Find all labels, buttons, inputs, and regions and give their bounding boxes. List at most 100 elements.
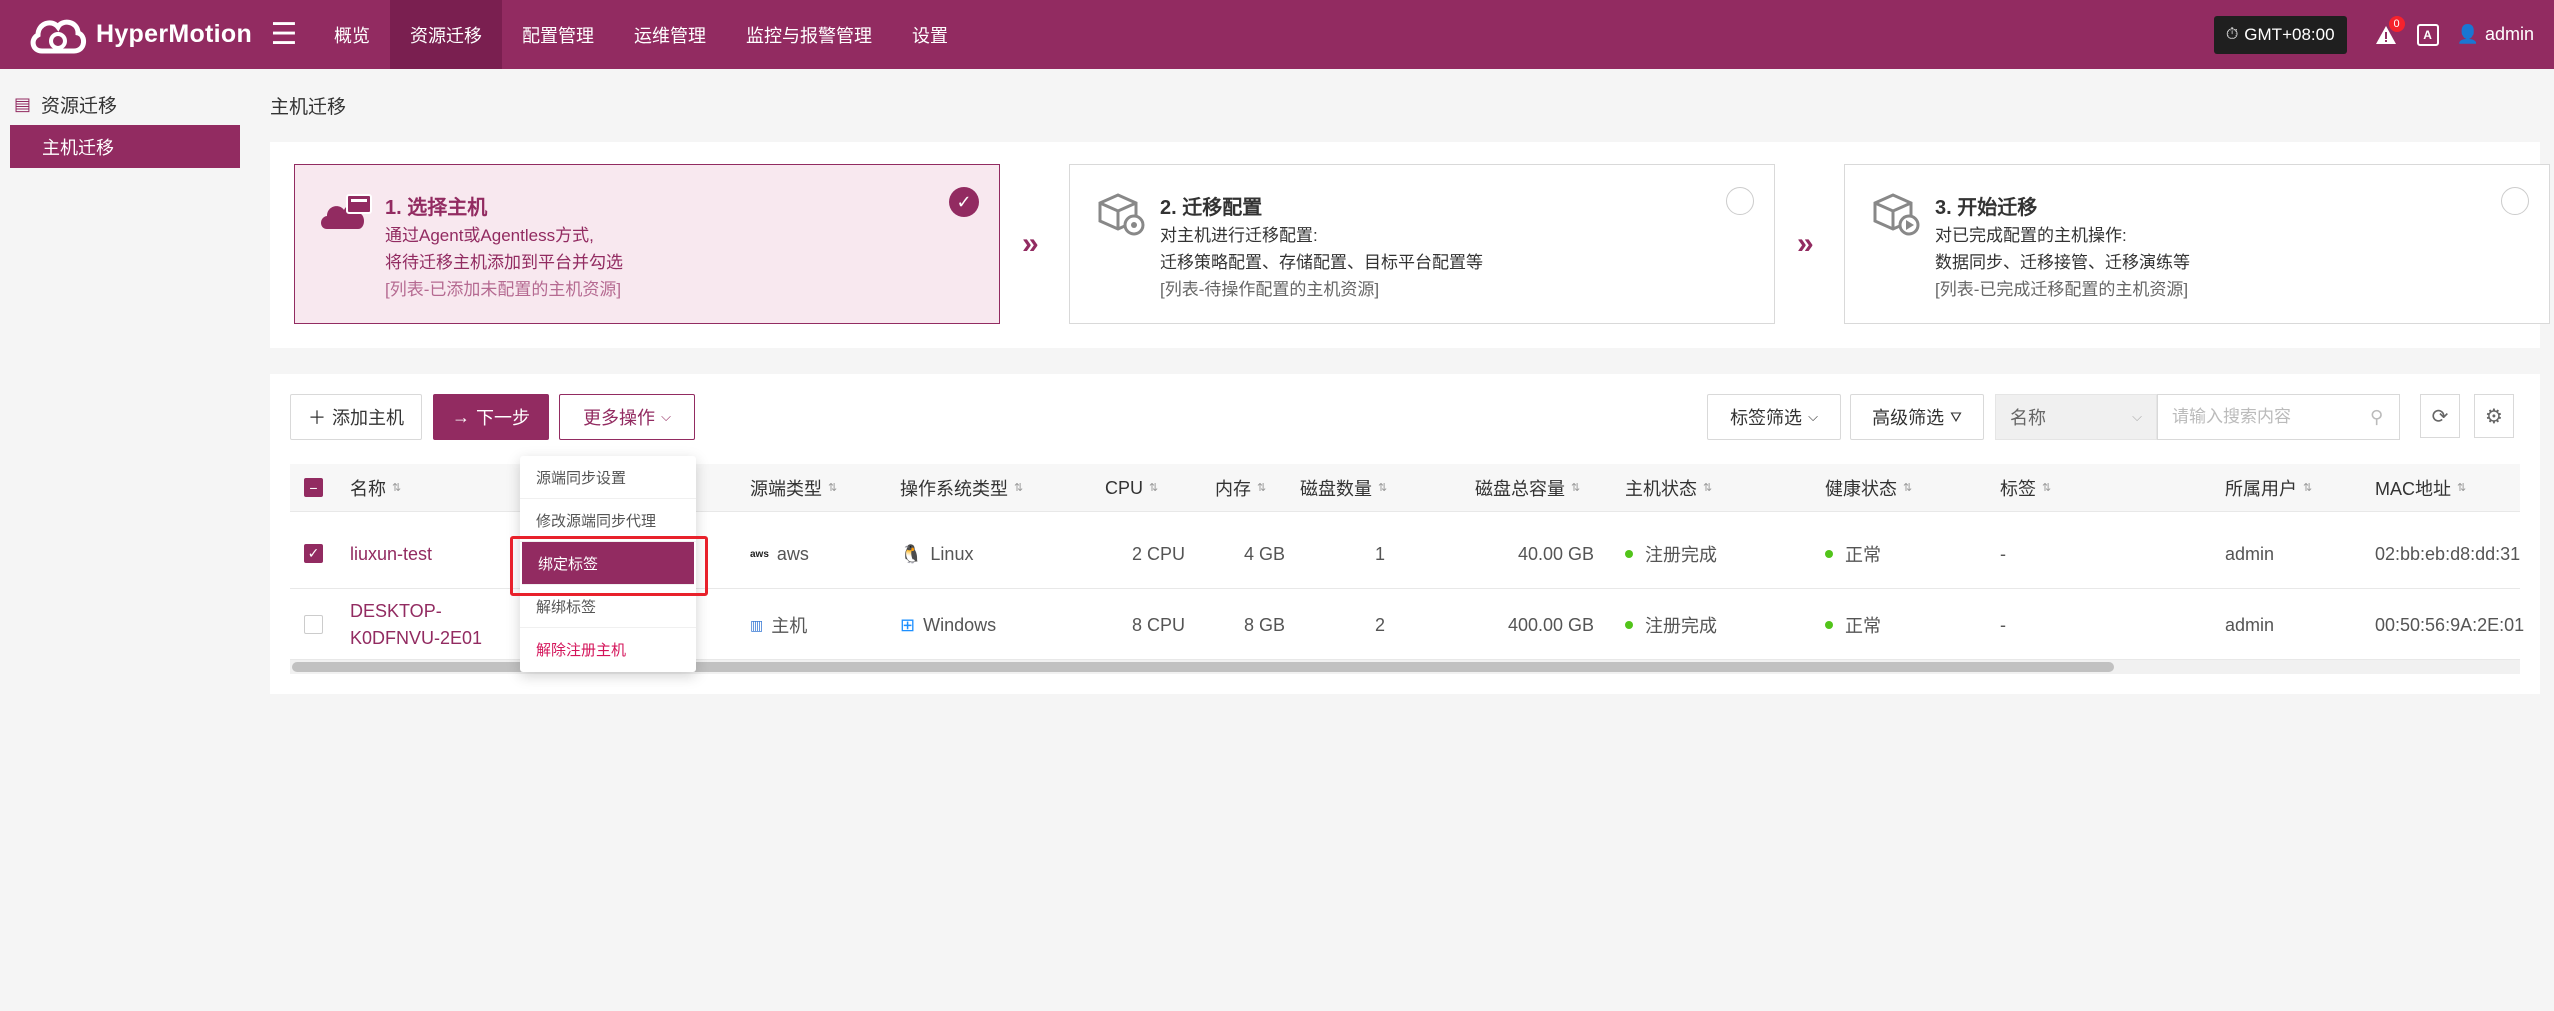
box-gear-icon <box>1098 193 1145 236</box>
annotation-highlight-box <box>510 536 708 596</box>
host-name-link[interactable]: DESKTOP- K0DFNVU-2E01 <box>350 590 482 660</box>
col-host-status[interactable]: 主机状态 ⇅ <box>1625 464 1712 512</box>
nav-ops-management[interactable]: 运维管理 <box>614 0 726 69</box>
advanced-filter-label: 高级筛选 <box>1872 408 1945 428</box>
step-radio[interactable] <box>2501 187 2529 215</box>
sort-icon: ⇅ <box>1014 482 1024 494</box>
col-owner[interactable]: 所属用户 ⇅ <box>2225 464 2312 512</box>
cloud-logo-icon <box>30 19 86 53</box>
search-input[interactable] <box>2157 394 2400 440</box>
sort-icon: ⇅ <box>2303 482 2313 494</box>
sort-icon: ⇅ <box>2457 482 2467 494</box>
row-checkbox[interactable]: ✓ <box>304 544 323 563</box>
migration-steps-panel: 1. 选择主机 通过Agent或Agentless方式, 将待迁移主机添加到平台… <box>270 142 2550 348</box>
language-icon[interactable]: A <box>2416 23 2439 46</box>
sort-icon: ⇅ <box>828 482 838 494</box>
cpu-cell: 8 CPU <box>1131 614 1185 635</box>
os-type-cell: 🐧 Linux <box>900 543 974 564</box>
step-title: 3. 开始迁移 <box>1935 197 2038 219</box>
sort-icon: ⇅ <box>1378 482 1388 494</box>
col-name[interactable]: 名称 ⇅ <box>350 464 401 512</box>
building-icon: ▤ <box>14 93 32 114</box>
more-operations-button[interactable]: 更多操作 ⌵ <box>559 394 695 440</box>
col-disk-count[interactable]: 磁盘数量 ⇅ <box>1300 464 1387 512</box>
host-icon: ▥ <box>750 616 764 633</box>
search-icon[interactable]: ⚲ <box>2370 407 2383 428</box>
sort-icon: ⇅ <box>392 482 402 494</box>
nav-overview[interactable]: 概览 <box>314 0 390 69</box>
mac-address-cell: 02:bb:eb:d8:dd:31 <box>2375 543 2521 564</box>
nav-monitoring-alerts[interactable]: 监控与报警管理 <box>726 0 892 69</box>
host-name-link[interactable]: liuxun-test <box>350 519 432 589</box>
step-migration-config[interactable]: 2. 迁移配置 对主机进行迁移配置: 迁移策略配置、存储配置、目标平台配置等 [… <box>1069 164 1775 324</box>
step-title: 2. 迁移配置 <box>1160 197 1263 219</box>
advanced-filter-button[interactable]: 高级筛选 ⛛ <box>1850 394 1984 440</box>
box-play-icon <box>1873 193 1920 236</box>
select-all-checkbox[interactable]: − <box>304 478 323 497</box>
arrow-right-icon: → <box>452 406 470 427</box>
chevron-down-icon: ⌵ <box>1808 409 1818 424</box>
search-field-value: 名称 <box>2010 408 2046 428</box>
os-type-cell: ⊞ Windows <box>900 614 997 635</box>
col-mac-address[interactable]: MAC地址 ⇅ <box>2375 464 2466 512</box>
sort-icon: ⇅ <box>2042 482 2052 494</box>
status-dot <box>1825 550 1833 558</box>
status-dot <box>1625 550 1633 558</box>
step-radio[interactable] <box>1726 187 1754 215</box>
col-disk-capacity[interactable]: 磁盘总容量 ⇅ <box>1475 464 1580 512</box>
step-select-host[interactable]: 1. 选择主机 通过Agent或Agentless方式, 将待迁移主机添加到平台… <box>294 164 1000 324</box>
linux-icon: 🐧 <box>900 543 923 564</box>
user-menu[interactable]: 👤 admin <box>2457 24 2534 45</box>
menu-item-source-sync-settings[interactable]: 源端同步设置 <box>520 456 696 499</box>
sort-icon: ⇅ <box>1903 482 1913 494</box>
clock-icon: ⏱ <box>2225 25 2239 43</box>
tag-filter-button[interactable]: 标签筛选 ⌵ <box>1707 394 1841 440</box>
sidebar-group-label: 资源迁移 <box>41 95 118 117</box>
host-status-cell: 注册完成 <box>1625 590 1717 660</box>
col-cpu[interactable]: CPU ⇅ <box>1105 464 1158 512</box>
refresh-icon: ⟳ <box>2431 405 2449 428</box>
step-list-hint: [列表-已添加未配置的主机资源] <box>385 280 622 299</box>
chevron-down-icon: ⌵ <box>2132 409 2142 424</box>
step-desc-line: 对已完成配置的主机操作: <box>1935 226 2127 245</box>
search-field-select[interactable]: 名称 ⌵ <box>1995 394 2157 440</box>
step-list-hint: [列表-已完成迁移配置的主机资源] <box>1935 280 2189 299</box>
alert-bell[interactable]: 0 <box>2369 15 2405 52</box>
sort-icon: ⇅ <box>1149 482 1159 494</box>
double-chevron-right-icon: » <box>1022 227 1039 260</box>
sort-icon: ⇅ <box>1703 482 1713 494</box>
brand-name: HyperMotion <box>96 20 253 48</box>
row-checkbox[interactable] <box>304 615 323 634</box>
timezone-display[interactable]: ⏱ GMT+08:00 <box>2213 15 2347 54</box>
step-desc-line: 数据同步、迁移接管、迁移演练等 <box>1935 253 2190 272</box>
column-settings-button[interactable]: ⚙ <box>2474 394 2514 438</box>
host-status-cell: 注册完成 <box>1625 519 1717 589</box>
step-start-migration[interactable]: 3. 开始迁移 对已完成配置的主机操作: 数据同步、迁移接管、迁移演练等 [列表… <box>1844 164 2550 324</box>
brand-logo[interactable]: HyperMotion <box>0 11 258 59</box>
add-host-button[interactable]: ＋ 添加主机 <box>290 394 422 440</box>
col-memory[interactable]: 内存 ⇅ <box>1215 464 1266 512</box>
col-os-type[interactable]: 操作系统类型 ⇅ <box>900 464 1023 512</box>
sidebar-item-host-migration[interactable]: 主机迁移 <box>10 125 240 168</box>
col-source-type[interactable]: 源端类型 ⇅ <box>750 464 837 512</box>
nav-config-management[interactable]: 配置管理 <box>502 0 614 69</box>
step-list-hint: [列表-待操作配置的主机资源] <box>1160 280 1380 299</box>
sidebar-group-resource-migration[interactable]: ▤ 资源迁移 <box>0 69 252 119</box>
step-desc-line: 迁移策略配置、存储配置、目标平台配置等 <box>1160 253 1483 272</box>
next-step-button[interactable]: → 下一步 <box>433 394 549 440</box>
col-tags[interactable]: 标签 ⇅ <box>2000 464 2051 512</box>
nav-resource-migration[interactable]: 资源迁移 <box>390 0 502 69</box>
col-health-status[interactable]: 健康状态 ⇅ <box>1825 464 1912 512</box>
windows-icon: ⊞ <box>900 614 916 635</box>
tags-cell: - <box>2000 614 2006 635</box>
refresh-button[interactable]: ⟳ <box>2420 394 2460 438</box>
next-step-label: 下一步 <box>476 408 530 428</box>
page-title: 主机迁移 <box>270 97 347 118</box>
nav-settings[interactable]: 设置 <box>892 0 968 69</box>
status-dot <box>1625 621 1633 629</box>
menu-toggle-icon[interactable]: ☰ <box>254 0 314 69</box>
cloud-host-icon <box>321 194 372 229</box>
health-status-cell: 正常 <box>1825 590 1881 660</box>
menu-item-unregister-host[interactable]: 解除注册主机 <box>520 628 696 671</box>
step-desc-line: 对主机进行迁移配置: <box>1160 226 1318 245</box>
